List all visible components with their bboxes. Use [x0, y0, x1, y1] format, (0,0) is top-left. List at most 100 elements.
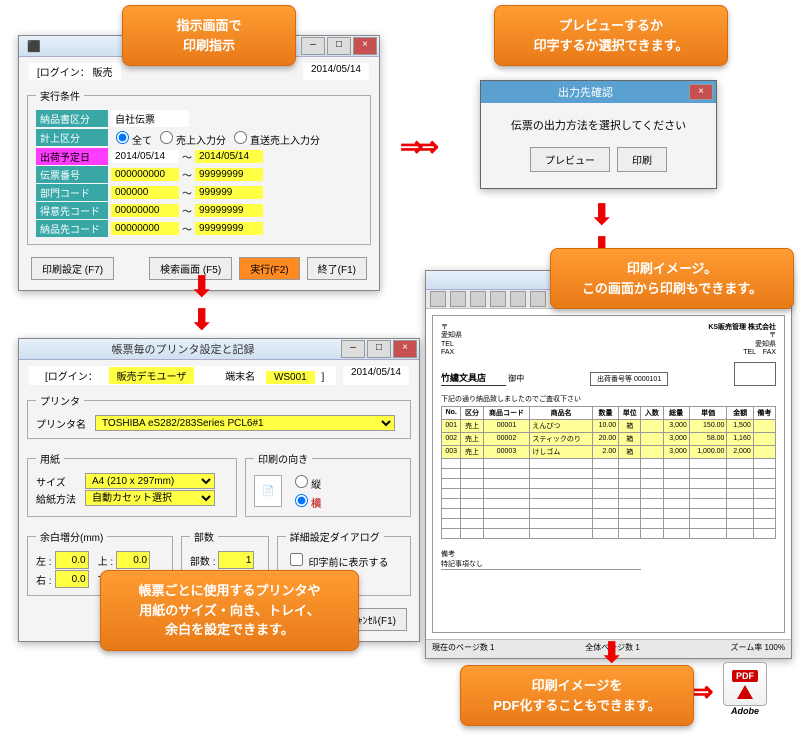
table-header: 数量 [592, 406, 618, 419]
dialog-output-destination: 出力先確認 × 伝票の出力方法を選択してください プレビュー 印刷 [480, 80, 717, 189]
size-select[interactable]: A4 (210 x 297mm) [85, 473, 215, 489]
ship-date-from[interactable]: 2014/05/14 [111, 150, 179, 163]
table-header: 単位 [619, 406, 641, 419]
table-row [442, 508, 776, 518]
shipto-code-from[interactable]: 00000000 [111, 222, 179, 235]
label-record-class: 計上区分 [36, 129, 108, 146]
company-name: KS販売管理 株式会社 [708, 324, 776, 331]
execute-button[interactable]: 実行(F2) [239, 257, 299, 280]
orientation-icon: 📄 [254, 475, 282, 507]
close-button[interactable]: × [353, 37, 377, 55]
table-header: 単価 [689, 406, 727, 419]
preview-table: No.区分商品コード商品名数量単位入数総量単価金額備考 001売上00001えん… [441, 406, 776, 539]
callout-line: 印刷イメージを [532, 678, 623, 693]
orientation-fieldset: 印刷の向き 📄 縦 横 [245, 451, 411, 517]
titlebar: 帳票毎のプリンタ設定と記録 ‒ □ × [19, 339, 419, 360]
toolbar-icon[interactable] [450, 291, 466, 307]
login-user-label: [ログイン： 販売 [29, 63, 121, 80]
ship-date-to[interactable]: 2014/05/14 [195, 150, 263, 163]
tilde: ～ [182, 149, 192, 164]
arrow-down-icon: ⬇⬇ [190, 270, 213, 336]
margin-right-input[interactable] [55, 570, 89, 588]
callout-line: 印刷指示 [183, 38, 235, 53]
slip-no-to[interactable]: 99999999 [195, 168, 263, 181]
arrow-right-icon: ⇒⇒ [400, 130, 431, 163]
tilde: ～ [182, 167, 192, 182]
adobe-triangle-icon [737, 685, 753, 699]
login-label: [ログイン： [37, 367, 106, 384]
callout-line: 印刷イメージ。 [627, 261, 717, 276]
copies-input[interactable] [218, 551, 254, 569]
margin-right-label: 右 : [36, 572, 52, 587]
callout-printer-per-form: 帳票ごとに使用するプリンタや 用紙のサイズ・向き、トレイ、 余白を設定できます。 [100, 570, 359, 651]
close-button[interactable]: × [393, 340, 417, 358]
callout-line: 印字するか選択できます。 [534, 38, 689, 53]
radio-landscape[interactable]: 横 [290, 499, 321, 510]
dialog-close-button[interactable]: × [689, 84, 713, 100]
radio-portrait[interactable]: 縦 [290, 480, 321, 491]
conditions-fieldset: 実行条件 納品書区分 自社伝票 計上区分 全て 売上入力分 直送売上入力分 出荷… [27, 88, 371, 245]
radio-direct-sales[interactable]: 直送売上入力分 [229, 128, 320, 147]
callout-instruction-screen: 指示画面で 印刷指示 [122, 5, 296, 66]
printer-name-select[interactable]: TOSHIBA eS282/283Series PCL6#1 [95, 415, 395, 431]
honorific: 御中 [508, 374, 524, 383]
tray-select[interactable]: 自動カセット選択 [85, 490, 215, 506]
label-slip-no: 伝票番号 [36, 166, 108, 183]
label-dept-code: 部門コード [36, 184, 108, 201]
label-customer-code: 得意先コード [36, 202, 108, 219]
radio-all[interactable]: 全て [111, 128, 152, 147]
maximize-button[interactable]: □ [327, 37, 351, 55]
login-date: 2014/05/14 [303, 63, 369, 80]
dept-code-from[interactable]: 000000 [111, 186, 179, 199]
preview-button[interactable]: プレビュー [530, 147, 610, 172]
customer-code-to[interactable]: 99999999 [195, 204, 263, 217]
date: 2014/05/14 [343, 366, 409, 385]
maximize-button[interactable]: □ [367, 340, 391, 358]
customer-code-from[interactable]: 00000000 [111, 204, 179, 217]
copies-label: 部数 : [190, 553, 216, 568]
value-delivery-class[interactable]: 自社伝票 [111, 110, 189, 127]
login-user: 販売デモユーザ [109, 367, 195, 384]
margin-legend: 余白増分(mm) [36, 529, 107, 544]
callout-line: PDF化することもできます。 [493, 698, 660, 713]
pdf-icon: PDF Adobe [720, 662, 770, 716]
print-settings-button[interactable]: 印刷設定 (F7) [31, 257, 114, 280]
show-before-print-checkbox[interactable]: 印字前に表示する [286, 558, 389, 569]
print-button[interactable]: 印刷 [617, 147, 667, 172]
toolbar-icon[interactable] [470, 291, 486, 307]
label-delivery-class: 納品書区分 [36, 110, 108, 127]
tray-label: 給紙方法 [36, 491, 82, 506]
exit-button[interactable]: 終了(F1) [307, 257, 367, 280]
margin-top-input[interactable] [116, 551, 150, 569]
radio-sales-input[interactable]: 売上入力分 [155, 128, 226, 147]
callout-line: プレビューするか [559, 18, 663, 33]
table-header: 入数 [641, 406, 663, 419]
remark-label: 備考 [441, 551, 455, 558]
status-current-page: 現在のページ数 1 [432, 642, 495, 656]
label-shipto-code: 納品先コード [36, 220, 108, 237]
shipto-code-to[interactable]: 99999999 [195, 222, 263, 235]
toolbar-icon[interactable] [510, 291, 526, 307]
paper-fieldset: 用紙 サイズ A4 (210 x 297mm) 給紙方法 自動カセット選択 [27, 451, 237, 517]
dialog-titlebar: 出力先確認 × [481, 81, 716, 103]
detail-legend: 詳細設定ダイアログ [286, 529, 384, 544]
remark-value: 特記事項なし [441, 559, 641, 570]
label-ship-date: 出荷予定日 [36, 148, 108, 165]
margin-left-input[interactable] [55, 551, 89, 569]
table-row [442, 488, 776, 498]
pdf-label: PDF [732, 670, 758, 682]
minimize-button[interactable]: ‒ [341, 340, 365, 358]
conditions-legend: 実行条件 [36, 88, 84, 103]
table-header: No. [442, 406, 461, 419]
slip-no-from[interactable]: 000000000 [111, 168, 179, 181]
minimize-button[interactable]: ‒ [301, 37, 325, 55]
callout-line: 余白を設定できます。 [165, 622, 294, 637]
toolbar-icon[interactable] [490, 291, 506, 307]
callout-line: この画面から印刷もできます。 [582, 281, 762, 296]
tilde: ～ [182, 221, 192, 236]
toolbar-icon[interactable] [430, 291, 446, 307]
dept-code-to[interactable]: 999999 [195, 186, 263, 199]
toolbar-icon[interactable] [530, 291, 546, 307]
table-header: 区分 [461, 406, 483, 419]
login-status-row: [ログイン： 販売デモユーザ 端末名 WS001 ] 2014/05/14 [25, 364, 413, 387]
